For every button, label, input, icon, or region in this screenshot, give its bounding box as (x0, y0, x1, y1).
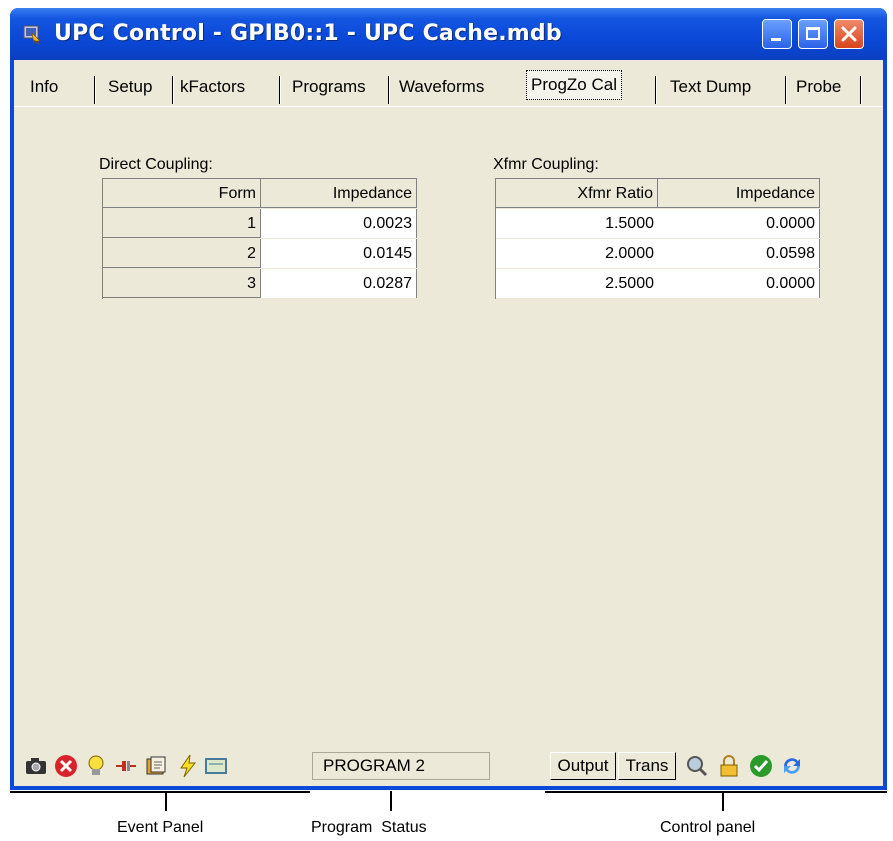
column-header-xfmr-ratio[interactable]: Xfmr Ratio (496, 179, 658, 208)
table-row[interactable]: 3 0.0287 (103, 269, 417, 299)
impedance-cell[interactable]: 0.0145 (261, 239, 417, 268)
app-icon (23, 25, 41, 45)
table-row[interactable]: 2.5000 0.0000 (496, 269, 820, 299)
tab-separator (94, 76, 96, 104)
program-status-label: Program Status (311, 819, 427, 836)
table-row[interactable]: 1.5000 0.0000 (496, 209, 820, 239)
column-header-impedance[interactable]: Impedance (658, 179, 820, 208)
tab-probe[interactable]: Probe (792, 72, 845, 102)
trans-button[interactable]: Trans (618, 752, 676, 780)
maximize-icon (806, 27, 820, 40)
minimize-button[interactable] (762, 19, 792, 49)
grid-header-row: Form Impedance (103, 179, 417, 209)
plug-icon[interactable] (114, 754, 138, 778)
folder-icon[interactable] (144, 754, 168, 778)
event-panel-bracket (10, 791, 310, 793)
control-panel-label: Control panel (660, 819, 756, 836)
check-icon[interactable] (749, 754, 773, 778)
tab-separator (279, 76, 281, 104)
column-header-impedance[interactable]: Impedance (261, 179, 417, 208)
tab-setup[interactable]: Setup (104, 72, 156, 102)
direct-coupling-label: Direct Coupling: (99, 156, 213, 173)
close-icon (841, 26, 857, 42)
magnifier-icon[interactable] (685, 754, 709, 778)
form-cell[interactable]: 2 (103, 239, 261, 268)
direct-coupling-grid[interactable]: Form Impedance 1 0.0023 2 0.0145 3 0.028… (102, 178, 417, 299)
xfmr-ratio-cell[interactable]: 2.5000 (496, 269, 658, 298)
xfmr-ratio-cell[interactable]: 1.5000 (496, 209, 658, 238)
window-title: UPC Control - GPIB0::1 - UPC Cache.mdb (54, 21, 562, 46)
tab-kfactors[interactable]: kFactors (176, 72, 249, 102)
tab-strip: Info Setup kFactors Programs Waveforms P… (14, 70, 883, 106)
close-button[interactable] (834, 19, 864, 49)
table-row[interactable]: 1 0.0023 (103, 209, 417, 239)
lock-icon[interactable] (717, 754, 741, 778)
tab-separator (785, 76, 787, 104)
tab-underline (14, 106, 883, 107)
table-row[interactable]: 2 0.0145 (103, 239, 417, 269)
status-bar: PROGRAM 2 Output Trans (14, 748, 883, 784)
title-bar[interactable]: UPC Control - GPIB0::1 - UPC Cache.mdb (10, 8, 887, 60)
tab-separator (172, 76, 174, 104)
tab-separator (860, 76, 862, 104)
impedance-cell[interactable]: 0.0000 (658, 209, 820, 238)
app-window: UPC Control - GPIB0::1 - UPC Cache.mdb I… (10, 8, 887, 790)
program-status-panel: PROGRAM 2 (312, 752, 490, 780)
lightning-icon[interactable] (176, 754, 200, 778)
form-cell[interactable]: 3 (103, 269, 261, 298)
camera-icon[interactable] (24, 754, 48, 778)
panel-icon[interactable] (204, 754, 228, 778)
tab-text-dump[interactable]: Text Dump (666, 72, 755, 102)
lightbulb-icon[interactable] (84, 754, 108, 778)
tab-programs[interactable]: Programs (288, 72, 370, 102)
column-header-form[interactable]: Form (103, 179, 261, 208)
minimize-icon (771, 38, 781, 41)
output-button[interactable]: Output (550, 752, 616, 780)
impedance-cell[interactable]: 0.0023 (261, 209, 417, 238)
event-panel-label: Event Panel (117, 819, 204, 836)
tab-separator (388, 76, 390, 104)
xfmr-coupling-label: Xfmr Coupling: (493, 156, 599, 173)
event-panel-tick (165, 793, 167, 811)
error-icon[interactable] (54, 754, 78, 778)
control-panel-tick (722, 793, 724, 811)
tab-progzo-cal[interactable]: ProgZo Cal (526, 70, 622, 100)
refresh-icon[interactable] (780, 754, 804, 778)
impedance-cell[interactable]: 0.0287 (261, 269, 417, 298)
form-cell[interactable]: 1 (103, 209, 261, 238)
impedance-cell[interactable]: 0.0000 (658, 269, 820, 298)
maximize-button[interactable] (798, 19, 828, 49)
tab-separator (655, 76, 657, 104)
impedance-cell[interactable]: 0.0598 (658, 239, 820, 268)
grid-header-row: Xfmr Ratio Impedance (496, 179, 820, 209)
tab-info[interactable]: Info (26, 72, 62, 102)
control-panel-bracket (545, 791, 887, 793)
xfmr-ratio-cell[interactable]: 2.0000 (496, 239, 658, 268)
program-status-tick (390, 791, 392, 811)
xfmr-coupling-grid[interactable]: Xfmr Ratio Impedance 1.5000 0.0000 2.000… (495, 178, 820, 299)
table-row[interactable]: 2.0000 0.0598 (496, 239, 820, 269)
tab-waveforms[interactable]: Waveforms (395, 72, 488, 102)
client-area: Info Setup kFactors Programs Waveforms P… (14, 60, 883, 786)
